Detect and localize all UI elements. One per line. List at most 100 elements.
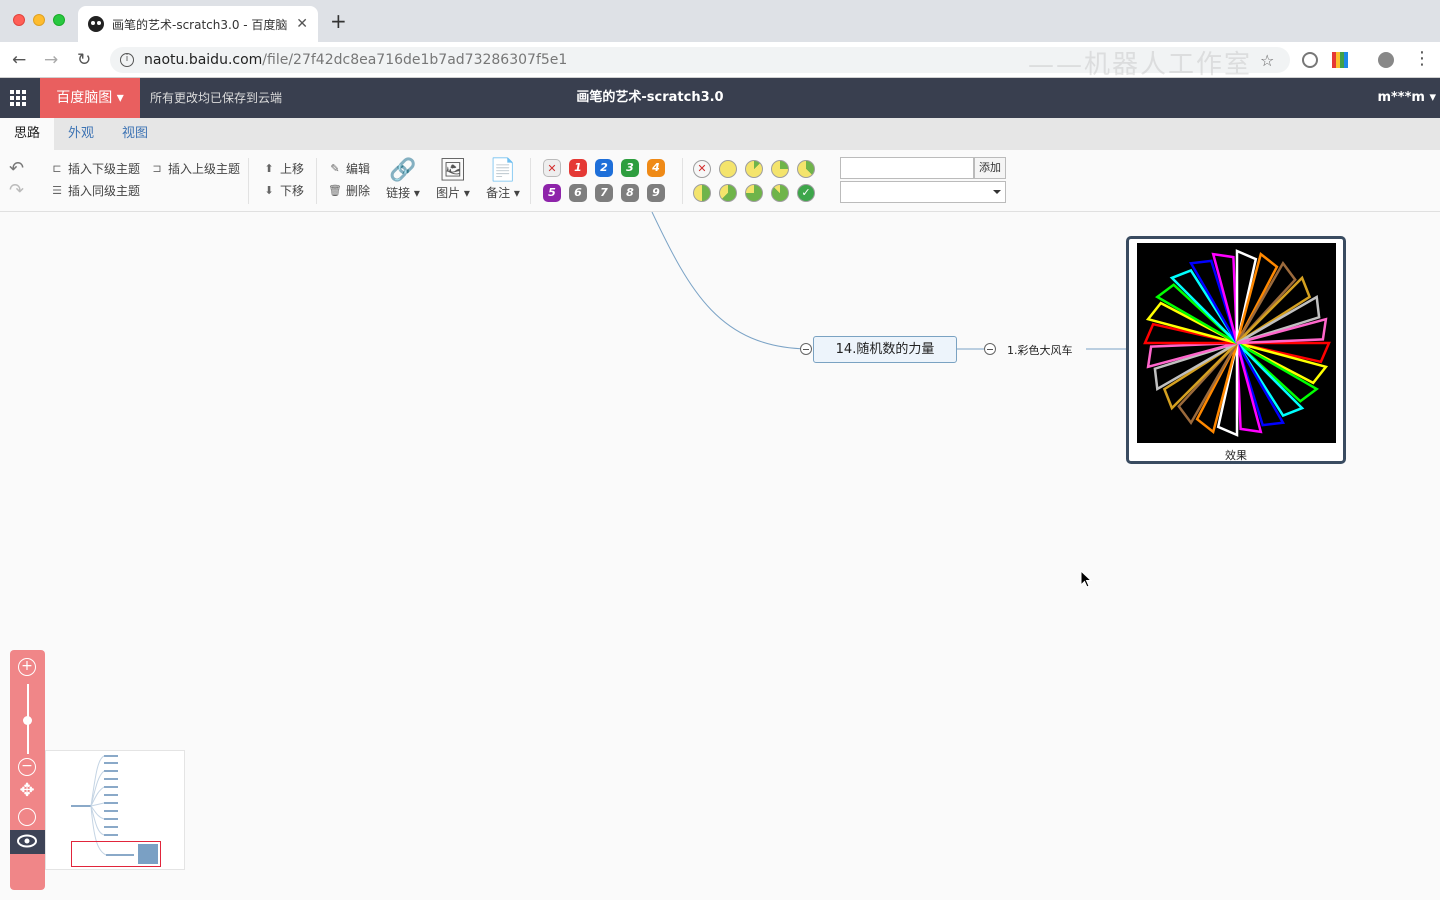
progress-4-icon[interactable] — [693, 184, 711, 202]
trash-icon: 🗑 — [328, 184, 342, 197]
link-icon: 🔗 — [389, 158, 417, 183]
extension-icon[interactable] — [1302, 52, 1318, 68]
brand-label: 百度脑图 — [56, 90, 113, 106]
toolbar-divider — [248, 158, 249, 204]
tab-idea[interactable]: 思路 — [0, 118, 55, 150]
browser-menu-icon[interactable]: ⋮ — [1413, 48, 1431, 69]
app-header: 画笔的艺术-scratch3.0 百度脑图 ▾ 所有更改均已保存到云端 m***… — [0, 78, 1440, 118]
save-status: 所有更改均已保存到云端 — [150, 91, 283, 105]
insert-parent-label: 插入上级主题 — [168, 162, 241, 176]
forward-icon[interactable]: → — [44, 50, 58, 70]
add-tag-button[interactable]: 添加 — [974, 157, 1006, 179]
remove-priority-icon[interactable]: ✕ — [543, 159, 561, 177]
insert-sibling-label: 插入同级主题 — [68, 184, 141, 198]
extension-icon[interactable] — [1332, 52, 1348, 68]
insert-child-icon: ⊏ — [52, 162, 62, 175]
priority-2-icon[interactable]: 2 — [595, 159, 613, 177]
minimap-image-node — [138, 844, 158, 864]
move-arrows-icon[interactable]: ✥ — [18, 782, 36, 802]
url-host: naotu.baidu.com — [144, 52, 263, 68]
profile-avatar-icon[interactable] — [1378, 52, 1394, 68]
delete-button[interactable]: 🗑 删除 — [328, 182, 370, 199]
insert-parent-button[interactable]: ⊐ 插入上级主题 — [150, 160, 240, 177]
image-node[interactable]: 效果 — [1126, 236, 1346, 464]
priority-8-icon[interactable]: 8 — [621, 184, 639, 202]
progress-7-icon[interactable] — [771, 184, 789, 202]
remove-progress-icon[interactable]: ✕ — [693, 160, 711, 178]
note-button[interactable]: 📄 备注 ▾ — [481, 158, 525, 201]
collapse-toggle-icon[interactable] — [800, 343, 812, 355]
arrow-down-icon: ⬇ — [264, 184, 274, 197]
progress-1-icon[interactable] — [745, 160, 763, 178]
minimap[interactable] — [45, 750, 185, 870]
subtopic-node[interactable]: 1.彩色大风车 — [1007, 342, 1073, 358]
progress-done-icon[interactable]: ✓ — [797, 184, 815, 202]
edit-label: 编辑 — [346, 162, 371, 176]
outline-toggle-button[interactable] — [10, 830, 45, 854]
browser-tab-title: 画笔的艺术-scratch3.0 - 百度脑 — [112, 17, 288, 32]
priority-1-icon[interactable]: 1 — [569, 159, 587, 177]
insert-sibling-button[interactable]: ☰ 插入同级主题 — [50, 182, 140, 199]
move-up-button[interactable]: ⬆ 上移 — [262, 160, 304, 177]
link-label: 链接 — [386, 186, 411, 200]
priority-9-icon[interactable]: 9 — [647, 184, 665, 202]
edit-button[interactable]: ✎ 编辑 — [328, 160, 370, 177]
toolbar: ↶ ↷ ⊏ 插入下级主题 ⊐ 插入上级主题 ☰ 插入同级主题 ⬆ 上移 ⬇ 下移 ✎ 编辑 … — [0, 150, 1440, 212]
move-up-label: 上移 — [280, 162, 305, 176]
progress-2-icon[interactable] — [771, 160, 789, 178]
priority-4-icon[interactable]: 4 — [647, 159, 665, 177]
link-button[interactable]: 🔗 链接 ▾ — [381, 158, 425, 201]
priority-7-icon[interactable]: 7 — [595, 184, 613, 202]
reload-icon[interactable]: ↻ — [77, 50, 91, 70]
browser-tab[interactable]: 画笔的艺术-scratch3.0 - 百度脑 ✕ — [78, 6, 318, 42]
info-icon[interactable]: i — [120, 53, 134, 67]
topic-node[interactable]: 14.随机数的力量 — [813, 336, 957, 363]
zoom-in-icon[interactable]: + — [18, 658, 36, 676]
image-icon: 🖼 — [439, 158, 467, 183]
priority-5-icon[interactable]: 5 — [543, 184, 561, 202]
ribbon-tabs: 思路 外观 视图 — [0, 118, 1440, 150]
resource-tag-select[interactable] — [840, 181, 1006, 203]
watermark-text: ——机器人工作室 — [1028, 50, 1253, 80]
priority-3-icon[interactable]: 3 — [621, 159, 639, 177]
pencil-icon: ✎ — [330, 162, 340, 175]
zoom-slider-thumb[interactable] — [23, 716, 32, 725]
insert-parent-icon: ⊐ — [152, 162, 162, 175]
back-icon[interactable]: ← — [12, 50, 26, 70]
brand-menu-button[interactable]: 百度脑图 ▾ — [40, 78, 140, 118]
move-down-button[interactable]: ⬇ 下移 — [262, 182, 304, 199]
undo-icon[interactable]: ↶ — [9, 158, 24, 179]
user-menu-button[interactable]: m***m ▾ — [1377, 78, 1436, 118]
priority-6-icon[interactable]: 6 — [569, 184, 587, 202]
move-down-label: 下移 — [280, 184, 305, 198]
progress-3-icon[interactable] — [797, 160, 815, 178]
resource-tag-input[interactable] — [840, 157, 974, 179]
zoom-panel: + − ✥ — [10, 650, 45, 890]
note-icon: 📄 — [489, 158, 517, 183]
minimize-window-icon[interactable] — [33, 14, 45, 26]
tab-appearance[interactable]: 外观 — [54, 118, 108, 150]
close-window-icon[interactable] — [13, 14, 25, 26]
zoom-out-icon[interactable]: − — [18, 758, 36, 776]
eye-icon — [17, 834, 37, 848]
redo-icon[interactable]: ↷ — [9, 180, 24, 201]
collapse-toggle-icon[interactable] — [984, 343, 996, 355]
maximize-window-icon[interactable] — [53, 14, 65, 26]
toolbar-divider — [530, 158, 531, 204]
progress-6-icon[interactable] — [745, 184, 763, 202]
pinwheel-image — [1137, 243, 1336, 443]
insert-sibling-icon: ☰ — [52, 184, 62, 197]
delete-label: 删除 — [346, 184, 371, 198]
note-label: 备注 — [486, 186, 511, 200]
new-tab-icon[interactable]: + — [330, 11, 347, 31]
target-icon[interactable] — [18, 808, 36, 826]
tab-view[interactable]: 视图 — [108, 118, 162, 150]
insert-child-button[interactable]: ⊏ 插入下级主题 — [50, 160, 140, 177]
progress-0-icon[interactable] — [719, 160, 737, 178]
toolbar-divider — [682, 158, 683, 204]
tab-close-icon[interactable]: ✕ — [296, 16, 308, 32]
bookmark-star-icon[interactable]: ☆ — [1260, 51, 1274, 70]
url-path: /file/27f42dc8ea716de1b7ad73286307f5e1 — [262, 52, 568, 68]
progress-5-icon[interactable] — [719, 184, 737, 202]
image-button[interactable]: 🖼 图片 ▾ — [431, 158, 475, 201]
